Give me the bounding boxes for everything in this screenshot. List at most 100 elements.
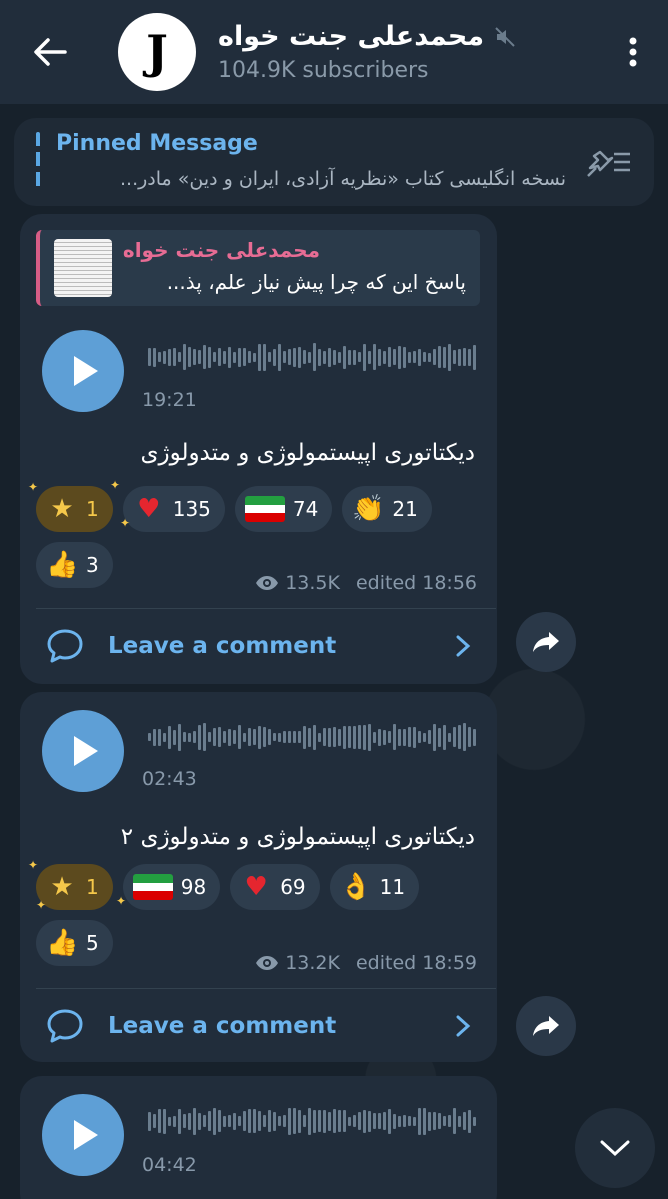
waveform-bar <box>408 1116 411 1126</box>
waveform-bar <box>413 351 416 363</box>
waveform-bar <box>388 731 391 743</box>
waveform-bar <box>428 730 431 744</box>
waveform-bar <box>443 724 446 750</box>
waveform-bar <box>463 1112 466 1130</box>
waveform-bar <box>318 732 321 742</box>
message-meta: 13.2K edited 18:59 <box>255 952 477 974</box>
waveform-bar <box>328 727 331 747</box>
view-count: 13.5K <box>285 572 340 594</box>
waveform-bar <box>413 726 416 748</box>
waveform-bar <box>358 352 361 362</box>
pinned-list-icon[interactable] <box>584 144 634 180</box>
waveform-bar <box>418 731 421 743</box>
waveform-bar <box>188 1112 191 1130</box>
back-button[interactable] <box>0 0 100 104</box>
view-count: 13.2K <box>285 952 340 974</box>
waveform-bar <box>428 352 431 362</box>
audio-waveform[interactable] <box>148 722 478 752</box>
audio-duration: 04:42 <box>142 1154 197 1176</box>
waveform-bar <box>323 1109 326 1133</box>
play-button[interactable] <box>42 710 124 792</box>
message-bubble[interactable]: محمدعلی جنت خواه پاسخ این که چرا پیش نیا… <box>20 214 497 684</box>
waveform-bar <box>213 1107 216 1135</box>
waveform-bar <box>473 344 476 370</box>
waveform-bar <box>418 348 421 366</box>
waveform-bar <box>353 349 356 365</box>
divider <box>36 608 496 609</box>
waveform-bar <box>438 727 441 747</box>
message-meta: 13.5K edited 18:56 <box>255 572 477 594</box>
waveform-bar <box>273 733 276 741</box>
waveform-bar <box>318 348 321 366</box>
waveform-bar <box>223 350 226 364</box>
waveform-bar <box>453 1108 456 1134</box>
waveform-bar <box>398 1115 401 1127</box>
waveform-bar <box>243 1111 246 1131</box>
waveform-bar <box>198 1112 201 1130</box>
edited-time: edited 18:56 <box>355 572 477 594</box>
share-arrow-icon <box>533 1016 559 1036</box>
reaction-flag[interactable]: 74 <box>234 486 333 532</box>
reaction-star[interactable]: ✦ ✦ ✦ ★ 1 <box>28 858 126 912</box>
waveform-bar <box>173 729 176 745</box>
reply-preview[interactable]: محمدعلی جنت خواه پاسخ این که چرا پیش نیا… <box>36 230 480 306</box>
waveform-bar <box>243 348 246 366</box>
reaction-count: 98 <box>180 875 207 899</box>
leave-comment-button[interactable]: Leave a comment <box>20 994 497 1058</box>
audio-waveform[interactable] <box>148 342 478 372</box>
waveform-bar <box>313 724 316 750</box>
more-menu-button[interactable] <box>598 0 668 104</box>
leave-comment-button[interactable]: Leave a comment <box>20 614 497 678</box>
play-button[interactable] <box>42 1094 124 1176</box>
reaction-thumbs-up[interactable]: 👍 3 <box>36 542 113 588</box>
reaction-star[interactable]: ✦ ✦ ✦ ★ 1 <box>28 478 130 532</box>
iran-flag-icon <box>132 874 173 900</box>
channel-avatar[interactable]: J <box>118 13 196 91</box>
reaction-heart[interactable]: ♥ 135 <box>122 486 225 532</box>
waveform-bar <box>458 725 461 749</box>
waveform-bar <box>303 1115 306 1127</box>
chevron-down-icon <box>600 1140 630 1157</box>
waveform-bar <box>148 733 151 741</box>
waveform-bar <box>258 1111 261 1131</box>
waveform-bar <box>193 349 196 365</box>
scroll-down-button[interactable] <box>575 1108 655 1188</box>
audio-duration: 19:21 <box>142 389 197 411</box>
message-bubble[interactable]: 02:43 دیکتاتوری اپیستمولوژی و متدولوژی ۲… <box>20 692 497 1062</box>
reaction-heart[interactable]: ♥ 69 <box>230 864 320 910</box>
play-button[interactable] <box>42 330 124 412</box>
waveform-bar <box>163 1108 166 1134</box>
waveform-bar <box>408 351 411 363</box>
waveform-bar <box>273 1111 276 1131</box>
share-button[interactable] <box>516 996 576 1056</box>
waveform-bar <box>178 1108 181 1134</box>
waveform-bar <box>338 351 341 363</box>
waveform-bar <box>203 723 206 751</box>
reply-author: محمدعلی جنت خواه <box>122 238 320 262</box>
waveform-bar <box>183 344 186 370</box>
waveform-bar <box>278 732 281 742</box>
waveform-bar <box>263 1115 266 1127</box>
reaction-thumbs-up[interactable]: 👍 5 <box>36 920 113 966</box>
waveform-bar <box>453 727 456 747</box>
waveform-bar <box>293 347 296 367</box>
reaction-clap[interactable]: 👏 21 <box>342 486 432 532</box>
waveform-bar <box>148 348 151 366</box>
header-info[interactable]: محمدعلی جنت خواه 104.9K subscribers <box>218 21 598 83</box>
reaction-count: 74 <box>292 497 319 521</box>
share-button[interactable] <box>516 612 576 672</box>
thumbs-up-icon: 👍 <box>46 928 79 958</box>
reaction-ok-hand[interactable]: 👌 11 <box>329 864 420 910</box>
pinned-title: Pinned Message <box>56 131 258 156</box>
waveform-bar <box>453 350 456 364</box>
audio-waveform[interactable] <box>148 1106 478 1136</box>
waveform-bar <box>303 725 306 749</box>
waveform-bar <box>418 1107 421 1135</box>
heart-icon: ♥ <box>137 494 161 524</box>
pinned-message-bar[interactable]: Pinned Message نسخه انگلیسی کتاب «نظریه … <box>14 118 654 206</box>
waveform-bar <box>323 728 326 746</box>
reaction-flag[interactable]: 98 <box>122 864 221 910</box>
waveform-bar <box>333 349 336 365</box>
chevron-right-icon <box>456 635 471 657</box>
message-bubble[interactable]: 04:42 <box>20 1076 497 1199</box>
